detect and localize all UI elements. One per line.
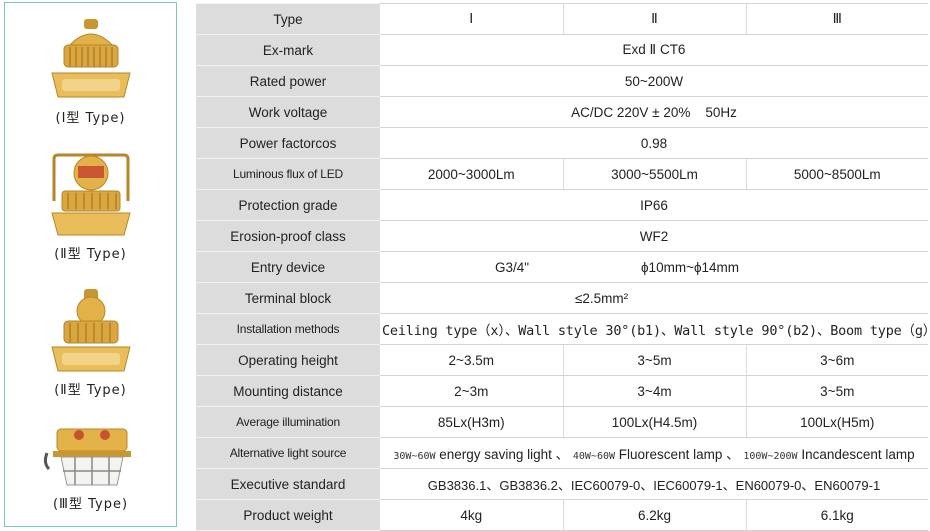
row-label: Protection grade — [196, 189, 380, 221]
illumination-2: 100Lx(H4.5m) — [562, 406, 746, 438]
row-label: Alternative light source — [196, 437, 380, 469]
product-image-panel: (Ⅰ型 Type) (Ⅱ型 Type) (Ⅱ型 Type) (Ⅲ型 Type) — [4, 2, 177, 527]
row-label: Entry device — [196, 251, 380, 283]
row-label: Mounting distance — [196, 375, 380, 407]
lamp-type-2b: (Ⅱ型 Type) — [5, 287, 176, 398]
table-row: Operating height 2~3.5m 3~5m 3~6m — [196, 344, 928, 376]
table-row: Executive standard GB3836.1、GB3836.2、IEC… — [196, 468, 928, 500]
terminal-value: ≤2.5mm² — [380, 282, 928, 314]
table-row: Installation methods Ceiling type（x）、Wal… — [196, 313, 928, 345]
illumination-3: 100Lx(H5m) — [745, 406, 928, 438]
exmark-value: Exd Ⅱ CT6 — [380, 34, 928, 66]
table-row: Entry device G3/4" ϕ10mm~ϕ14mm — [196, 251, 928, 283]
power-factor-value: 0.98 — [380, 127, 928, 159]
table-row: Terminal block ≤2.5mm² — [196, 282, 928, 314]
lamp-type-3: (Ⅲ型 Type) — [5, 423, 176, 512]
table-row: Power factorcos 0.98 — [196, 127, 928, 159]
row-label: Installation methods — [196, 313, 380, 345]
row-label: Rated power — [196, 65, 380, 97]
row-label: Ex-mark — [196, 34, 380, 66]
lamp-type-2-caption: (Ⅱ型 Type) — [54, 247, 127, 262]
row-label: Product weight — [196, 499, 380, 531]
mounting-distance-1: 2~3m — [380, 375, 563, 407]
table-row: Product weight 4kg 6.2kg 6.1kg — [196, 499, 928, 531]
row-label: Work voltage — [196, 96, 380, 128]
alt-source-value: 30W~60W energy saving light 、 40W~60W Fl… — [380, 437, 928, 469]
standard-value: GB3836.1、GB3836.2、IEC60079-0、IEC60079-1、… — [380, 468, 928, 500]
table-row: Ex-mark Exd Ⅱ CT6 — [196, 34, 928, 66]
weight-1: 4kg — [380, 499, 563, 531]
entry-value-2: ϕ10mm~ϕ14mm — [563, 251, 928, 283]
lamp-type-2-icon — [50, 153, 131, 236]
alt-text-2: Fluorescent lamp 、 — [618, 447, 740, 462]
work-voltage-value: AC/DC 220V ± 20% 50Hz — [380, 96, 928, 128]
alt-text-1: energy saving light 、 — [439, 447, 570, 462]
table-row: Type Ⅰ Ⅱ Ⅲ — [196, 3, 928, 35]
spec-table: Type Ⅰ Ⅱ Ⅲ Ex-mark Exd Ⅱ CT6 Rated power… — [196, 3, 928, 531]
type-2-cell: Ⅱ — [562, 3, 746, 35]
lamp-type-3-icon — [43, 428, 131, 486]
table-row: Mounting distance 2~3m 3~4m 3~5m — [196, 375, 928, 407]
type-1-cell: Ⅰ — [380, 3, 563, 35]
alt-power-2: 40W~60W — [572, 451, 616, 462]
luminous-flux-1: 2000~3000Lm — [380, 158, 563, 190]
table-row: Erosion-proof class WF2 — [196, 220, 928, 252]
rated-power-value: 50~200W — [380, 65, 928, 97]
luminous-flux-2: 3000~5500Lm — [562, 158, 746, 190]
row-label: Operating height — [196, 344, 380, 376]
row-label: Type — [196, 3, 380, 35]
lamp-type-2b-icon — [50, 289, 131, 372]
row-label: Terminal block — [196, 282, 380, 314]
operating-height-3: 3~6m — [745, 344, 928, 376]
mounting-distance-3: 3~5m — [745, 375, 928, 407]
table-row: Protection grade IP66 — [196, 189, 928, 221]
weight-2: 6.2kg — [562, 499, 746, 531]
lamp-type-2: (Ⅱ型 Type) — [5, 151, 176, 262]
row-label: Executive standard — [196, 468, 380, 500]
luminous-flux-3: 5000~8500Lm — [745, 158, 928, 190]
lamp-type-1: (Ⅰ型 Type) — [5, 17, 176, 126]
lamp-type-1-caption: (Ⅰ型 Type) — [55, 111, 126, 126]
table-row: Average illumination 85Lx(H3m) 100Lx(H4.… — [196, 406, 928, 438]
installation-value: Ceiling type（x）、Wall style 30°(b1)、Wall … — [380, 313, 928, 345]
table-row: Work voltage AC/DC 220V ± 20% 50Hz — [196, 96, 928, 128]
type-3-cell: Ⅲ — [745, 3, 928, 35]
row-label: Power factorcos — [196, 127, 380, 159]
row-label: Luminous flux of LED — [196, 158, 380, 190]
lamp-type-3-caption: (Ⅲ型 Type) — [52, 497, 129, 512]
illumination-1: 85Lx(H3m) — [380, 406, 563, 438]
lamp-type-1-icon — [50, 19, 131, 98]
alt-power-1: 30W~60W — [393, 451, 436, 462]
protection-value: IP66 — [380, 189, 928, 221]
entry-value-1: G3/4" — [380, 251, 563, 283]
operating-height-2: 3~5m — [562, 344, 746, 376]
table-row: Alternative light source 30W~60W energy … — [196, 437, 928, 469]
table-row: Luminous flux of LED 2000~3000Lm 3000~55… — [196, 158, 928, 190]
erosion-value: WF2 — [380, 220, 928, 252]
table-row: Rated power 50~200W — [196, 65, 928, 97]
row-label: Average illumination — [196, 406, 380, 438]
alt-power-3: 100W~200W — [743, 451, 798, 462]
alt-text-3: Incandescent lamp — [801, 447, 915, 462]
row-label: Erosion-proof class — [196, 220, 380, 252]
mounting-distance-2: 3~4m — [562, 375, 746, 407]
lamp-type-2b-caption: (Ⅱ型 Type) — [54, 383, 127, 398]
weight-3: 6.1kg — [745, 499, 928, 531]
operating-height-1: 2~3.5m — [380, 344, 563, 376]
